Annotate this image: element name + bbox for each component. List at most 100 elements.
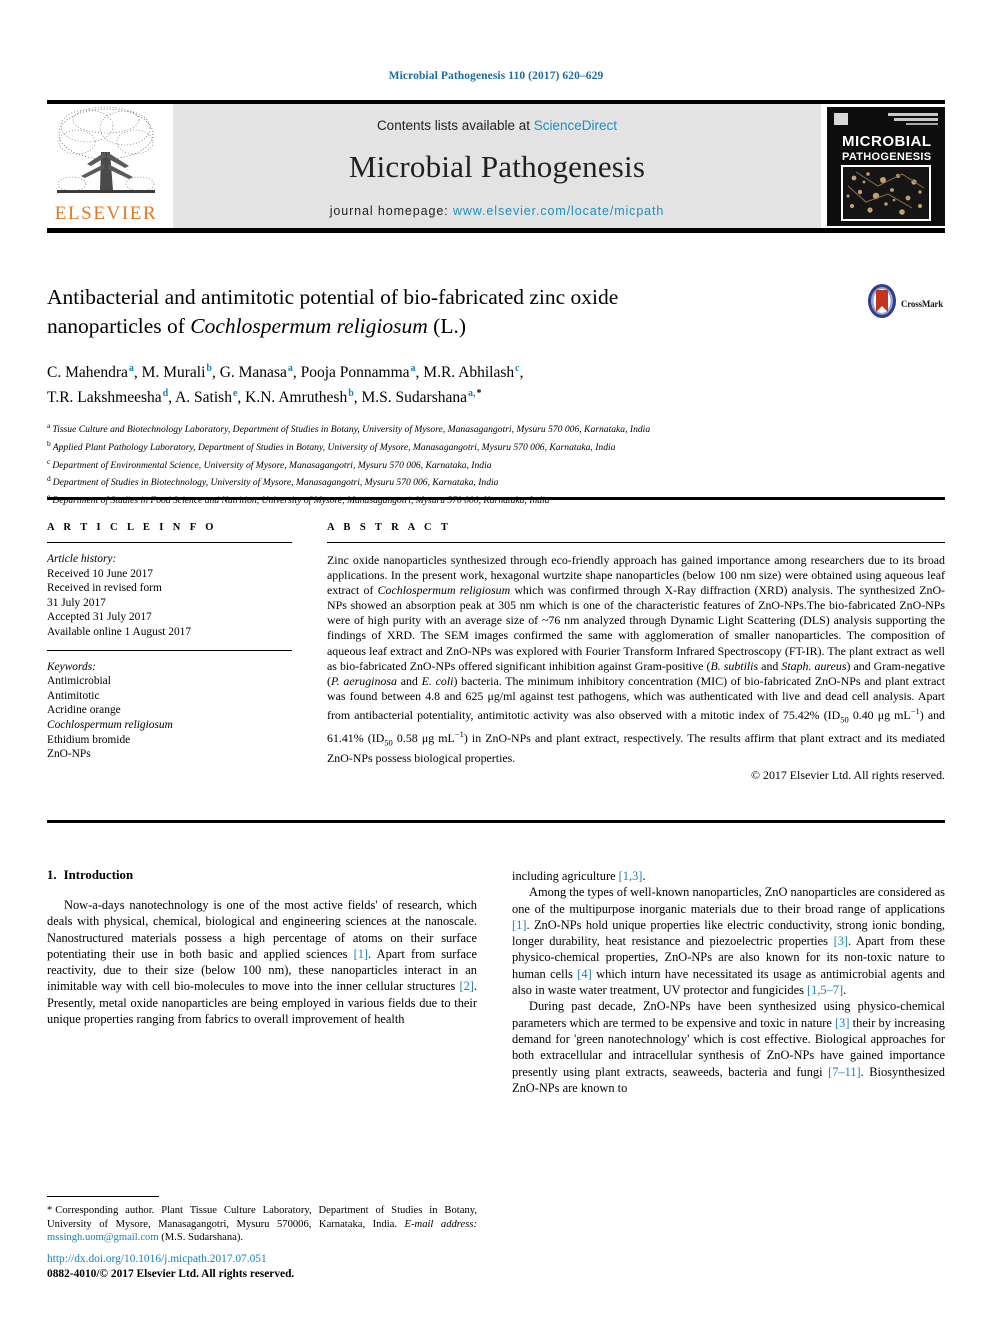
history-item: 31 July 2017 [47, 596, 106, 609]
journal-cover-thumbnail: MICROBIAL PATHOGENESIS [827, 107, 945, 226]
citation-ref[interactable]: [1] [354, 947, 368, 961]
paragraph: During past decade, ZnO-NPs have been sy… [512, 998, 945, 1096]
keywords-rule [47, 649, 292, 651]
doi-link[interactable]: http://dx.doi.org/10.1016/j.micpath.2017… [47, 1252, 547, 1267]
abstract-species: Staph. aureus [781, 658, 847, 673]
abstract-subscript: 50 [384, 737, 393, 748]
affiliation-text: Applied Plant Pathology Laboratory, Depa… [52, 442, 616, 454]
citation-ref[interactable]: [2] [459, 979, 473, 993]
running-head: Microbial Pathogenesis 110 (2017) 620–62… [388, 70, 604, 82]
footnote-text: * Corresponding author. Plant Tissue Cult… [47, 1204, 477, 1245]
affiliation-list: a Tissue Culture and Biotechnology Labora… [47, 419, 945, 507]
email-link[interactable]: mssingh.uom@gmail.com [47, 1232, 159, 1243]
info-section-top-rule [47, 497, 945, 500]
author-name: M. Murali [141, 364, 206, 382]
keyword-item: Antimicrobial [47, 675, 111, 688]
affiliation-text: Department of Environmental Science, Uni… [52, 459, 492, 471]
text-seg: . [843, 983, 847, 998]
elsevier-logo: ELSEVIER [47, 104, 165, 228]
keywords-label: Keywords: [47, 660, 96, 673]
article-info-heading: A R T I C L E I N F O [47, 522, 217, 533]
paragraph: Now-a-days nanotechnology is one of the … [47, 897, 477, 1027]
affiliation-item: b Applied Plant Pathology Laboratory, Dep… [47, 437, 945, 455]
citation-ref[interactable]: [1,5–7] [807, 983, 843, 997]
abstract-seg: and [396, 673, 422, 688]
abstract-bottom-rule [47, 820, 945, 823]
contents-prefix: Contents lists available at [376, 118, 534, 133]
author-list: C. Mahendraa, M. Muralib, G. Manasaa, Po… [47, 363, 524, 407]
citation-ref[interactable]: [4] [577, 967, 591, 981]
author-name: Pooja Ponnamma [300, 364, 410, 382]
keywords-body: Keywords: Antimicrobial Antimitotic Acri… [47, 660, 292, 762]
homepage-label: journal homepage: [329, 204, 453, 218]
title-block: Antibacterial and antimitotic potential … [47, 283, 945, 507]
body-column-right: including agriculture [1,3]. Among the t… [512, 868, 945, 1096]
author-affiliation-mark[interactable]: a [410, 363, 416, 374]
author-name: A. Satish [175, 389, 232, 407]
keyword-item: ZnO-NPs [47, 748, 91, 761]
section-number: 1. [47, 868, 57, 882]
cover-art-icon: MICROBIAL PATHOGENESIS [828, 108, 944, 225]
article-history-label: Article history: [47, 553, 117, 565]
title-line-2-suffix: (L.) [427, 314, 466, 338]
abstract-species: B. subtilis [710, 658, 759, 673]
keyword-item: Ethidium bromide [47, 733, 131, 746]
crossmark-icon [868, 284, 896, 318]
affiliation-text: Tissue Culture and Biotechnology Laborat… [52, 424, 651, 436]
author-name: K.N. Amruthesh [245, 389, 348, 407]
homepage-url-link[interactable]: www.elsevier.com/locate/micpath [453, 204, 664, 218]
author-name: G. Manasa [219, 364, 287, 382]
issn-copyright: 0882-4010/© 2017 Elsevier Ltd. All right… [47, 1268, 295, 1280]
citation-ref[interactable]: [1,3] [619, 869, 643, 883]
masthead-bottom-rule [47, 228, 945, 233]
svg-text:MICROBIAL: MICROBIAL [842, 133, 932, 150]
history-item: Available online 1 August 2017 [47, 625, 192, 638]
author-affiliation-mark[interactable]: a [287, 363, 293, 374]
citation-ref[interactable]: [3] [834, 934, 848, 948]
email-owner: (M.S. Sudarshana). [161, 1232, 244, 1244]
abstract-heading: A B S T R A C T [327, 522, 452, 533]
history-item: Accepted 31 July 2017 [47, 611, 152, 624]
author-affiliation-mark[interactable]: b [205, 363, 212, 374]
abstract-copyright: © 2017 Elsevier Ltd. All rights reserved… [751, 767, 945, 782]
author-name: M.S. Sudarshana [361, 389, 467, 407]
abstract-subscript: 50 [840, 714, 849, 725]
svg-text:PATHOGENESIS: PATHOGENESIS [842, 151, 931, 163]
author-affiliation-mark[interactable]: a, [467, 388, 476, 399]
corresponding-author-mark[interactable]: * [476, 388, 482, 399]
author-affiliation-mark[interactable]: e [232, 388, 237, 399]
author-name: T.R. Lakshmeesha [47, 389, 162, 407]
citation-ref[interactable]: [3] [835, 1016, 849, 1030]
citation-ref[interactable]: [7–11] [828, 1065, 861, 1079]
text-seg: including agriculture [512, 869, 619, 883]
keyword-item: Antimitotic [47, 689, 100, 702]
title-line-1: Antibacterial and antimitotic potential … [47, 285, 619, 309]
author-affiliation-mark[interactable]: a [128, 363, 134, 374]
author-affiliation-mark[interactable]: d [162, 388, 169, 399]
keyword-item: Cochlospermum religiosum [47, 718, 173, 731]
abstract-species: Cochlospermum religiosum [377, 583, 511, 598]
citation-ref[interactable]: [1] [512, 918, 526, 932]
abstract-species: E. coli [421, 673, 454, 688]
affiliation-item: c Department of Environmental Science, Un… [47, 455, 945, 473]
footnote-rule [47, 1196, 159, 1197]
author-affiliation-mark[interactable]: b [347, 388, 354, 399]
abstract-rule [327, 542, 945, 543]
page-footer: http://dx.doi.org/10.1016/j.micpath.2017… [47, 1252, 547, 1282]
email-label: E-mail address: [404, 1218, 477, 1230]
article-info-column: A R T I C L E I N F O Article history: R… [47, 522, 292, 762]
history-item: Received in revised form [47, 582, 162, 595]
article-history-block: Article history: Received 10 June 2017 R… [47, 552, 292, 640]
affiliation-text: Department of Studies in Biotechnology, … [52, 477, 499, 489]
author-affiliation-mark[interactable]: c [514, 363, 519, 374]
keyword-item: Acridine orange [47, 704, 121, 717]
sciencedirect-link[interactable]: ScienceDirect [534, 118, 617, 133]
text-seg: Among the types of well-known nanopartic… [512, 885, 945, 916]
title-line-2-prefix: nanoparticles of [47, 314, 191, 338]
affiliation-item: d Department of Studies in Biotechnology,… [47, 472, 945, 490]
abstract-column: A B S T R A C T Zinc oxide nanoparticles… [327, 522, 945, 783]
abstract-species: P. aeruginosa [330, 673, 397, 688]
masthead-center-panel: Contents lists available at ScienceDirec… [173, 104, 821, 228]
paragraph: including agriculture [1,3]. [512, 868, 945, 884]
crossmark-badge[interactable]: CrossMark [865, 283, 945, 329]
